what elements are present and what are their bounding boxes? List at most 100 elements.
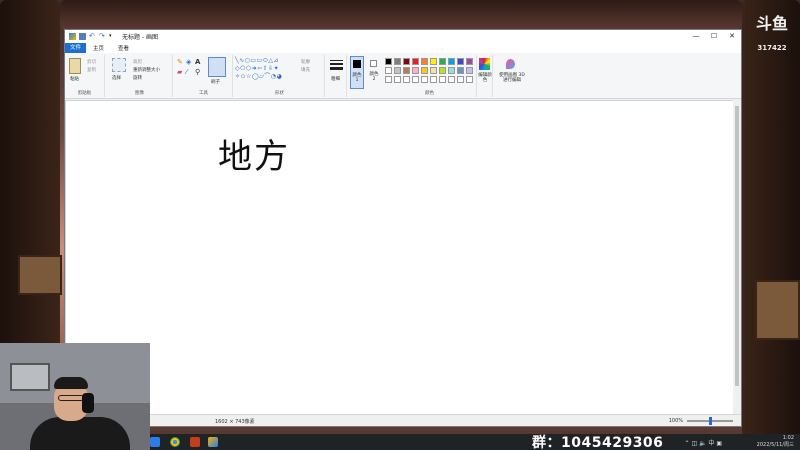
save-icon[interactable] bbox=[79, 33, 86, 40]
color2-button[interactable]: 颜色 2 bbox=[367, 56, 381, 89]
color2-label: 颜色 2 bbox=[369, 72, 379, 82]
zoom-level: 100% bbox=[668, 418, 683, 424]
zoom-slider-knob[interactable] bbox=[708, 417, 712, 425]
crop-button[interactable]: 裁剪 bbox=[133, 59, 142, 65]
tab-home[interactable]: 主页 bbox=[86, 44, 111, 52]
minimize-button[interactable]: — bbox=[687, 30, 705, 43]
color-palette bbox=[385, 58, 475, 88]
size-button[interactable]: 粗细 bbox=[331, 76, 340, 82]
brushes-icon[interactable] bbox=[208, 57, 226, 77]
fill-icon[interactable]: ◈ bbox=[186, 58, 191, 66]
size-lines-icon[interactable] bbox=[330, 60, 343, 70]
color-swatch[interactable] bbox=[448, 67, 455, 74]
color-swatch[interactable] bbox=[439, 58, 446, 65]
shapes-gallery-icon[interactable]: ╲∿○▭▭⬭△⊿ ◇⬠⬡➜⇦⇧⇩✦ ✧✩☆◯▱⌒◔◕ bbox=[235, 57, 282, 81]
copy-button[interactable]: 复制 bbox=[87, 67, 96, 73]
color-picker-icon[interactable]: ⁄ bbox=[186, 68, 187, 76]
customize-qat-icon[interactable]: ▾ bbox=[109, 33, 116, 40]
taskbar-paint-icon[interactable] bbox=[208, 437, 218, 447]
color-swatch[interactable] bbox=[385, 67, 392, 74]
fill-button[interactable]: 填充 bbox=[301, 67, 310, 73]
image-group: 选择 裁剪 重新调整大小 旋转 图像 bbox=[107, 55, 173, 97]
color-swatch[interactable] bbox=[448, 76, 455, 83]
color-swatch[interactable] bbox=[430, 58, 437, 65]
edit-colors-icon[interactable] bbox=[479, 58, 490, 70]
taskbar-clock[interactable]: 1:02 2022/5/11/周三 bbox=[757, 435, 794, 449]
color-swatch[interactable] bbox=[412, 58, 419, 65]
color-swatch[interactable] bbox=[394, 67, 401, 74]
color-swatch[interactable] bbox=[457, 76, 464, 83]
taskbar-edge-icon[interactable] bbox=[150, 437, 160, 447]
rotate-button[interactable]: 旋转 bbox=[133, 75, 142, 81]
color-swatch[interactable] bbox=[385, 58, 392, 65]
color-swatch[interactable] bbox=[430, 76, 437, 83]
zoom-slider[interactable] bbox=[687, 417, 733, 425]
color-swatch[interactable] bbox=[421, 67, 428, 74]
color-swatch[interactable] bbox=[403, 58, 410, 65]
paste-icon[interactable] bbox=[69, 58, 81, 74]
color-swatch[interactable] bbox=[430, 67, 437, 74]
color1-swatch bbox=[353, 60, 361, 68]
clock-date: 2022/5/11/周三 bbox=[756, 442, 794, 448]
color-swatch[interactable] bbox=[385, 76, 392, 83]
window-title: 无标题 - 画图 bbox=[122, 34, 158, 41]
text-icon[interactable]: A bbox=[195, 58, 200, 66]
color-swatch[interactable] bbox=[457, 58, 464, 65]
paint3d-icon[interactable] bbox=[506, 59, 515, 69]
resize-button[interactable]: 重新调整大小 bbox=[133, 67, 160, 73]
color1-button[interactable]: 颜色 1 bbox=[350, 56, 364, 89]
taskbar-chrome-icon[interactable] bbox=[170, 437, 180, 447]
tab-file[interactable]: 文件 bbox=[65, 43, 87, 53]
color1-label: 颜色 1 bbox=[352, 73, 362, 83]
magnifier-icon[interactable]: ⚲ bbox=[195, 68, 200, 76]
paint-app-icon bbox=[69, 33, 76, 40]
quick-access-toolbar: ↶ ↷ ▾ bbox=[65, 33, 116, 40]
eraser-icon[interactable]: ▰ bbox=[177, 68, 182, 76]
color-swatch[interactable] bbox=[466, 58, 473, 65]
vertical-scrollbar[interactable] bbox=[733, 100, 741, 416]
cut-button[interactable]: 剪切 bbox=[87, 59, 96, 65]
headset-icon bbox=[82, 393, 94, 413]
background-hut-left bbox=[18, 255, 62, 295]
color-swatch[interactable] bbox=[421, 76, 428, 83]
window-controls: — ☐ ✕ bbox=[687, 30, 741, 43]
paint3d-button[interactable]: 使用画图 3D 进行编辑 bbox=[497, 73, 527, 83]
tools-group-label: 工具 bbox=[199, 91, 208, 96]
color-swatch[interactable] bbox=[412, 76, 419, 83]
select-button[interactable]: 选择 bbox=[112, 75, 121, 81]
shapes-group-label: 形状 bbox=[275, 91, 284, 96]
system-tray-icons[interactable]: ⌃ ◫ 🔈 中 ▣ bbox=[685, 438, 722, 447]
redo-icon[interactable]: ↷ bbox=[99, 33, 106, 40]
color-swatch[interactable] bbox=[394, 58, 401, 65]
outline-button[interactable]: 轮廓 bbox=[301, 59, 310, 65]
taskbar: ⌃ ◫ 🔈 中 ▣ 1:02 2022/5/11/周三 bbox=[150, 434, 800, 450]
color-swatch[interactable] bbox=[412, 67, 419, 74]
color-swatch[interactable] bbox=[457, 67, 464, 74]
colors-group-label: 颜色 bbox=[425, 91, 434, 96]
tab-view[interactable]: 查看 bbox=[111, 44, 136, 52]
brushes-button[interactable]: 刷子 bbox=[211, 79, 220, 85]
maximize-button[interactable]: ☐ bbox=[705, 30, 723, 43]
watermark-logo: 斗鱼 317422 bbox=[752, 14, 792, 52]
canvas-dimensions: 1602 × 743像素 bbox=[215, 419, 255, 425]
color-select-group: 颜色 1 颜色 2 bbox=[349, 55, 383, 97]
color-swatch[interactable] bbox=[466, 76, 473, 83]
room-id: 317422 bbox=[757, 44, 787, 52]
color-swatch[interactable] bbox=[421, 58, 428, 65]
color-swatch[interactable] bbox=[439, 67, 446, 74]
color-swatch[interactable] bbox=[403, 76, 410, 83]
undo-icon[interactable]: ↶ bbox=[89, 33, 96, 40]
status-bar: 1602 × 743像素 100% bbox=[65, 414, 741, 426]
close-button[interactable]: ✕ bbox=[723, 30, 741, 43]
pencil-icon[interactable]: ✎ bbox=[177, 58, 183, 66]
select-icon[interactable] bbox=[112, 58, 126, 72]
color-swatch[interactable] bbox=[448, 58, 455, 65]
color-swatch[interactable] bbox=[466, 67, 473, 74]
color-swatch[interactable] bbox=[394, 76, 401, 83]
color-swatch[interactable] bbox=[403, 67, 410, 74]
taskbar-office-icon[interactable] bbox=[190, 437, 200, 447]
drawing-canvas[interactable]: 地方 bbox=[66, 101, 734, 414]
edit-colors-button[interactable]: 编辑颜色 bbox=[478, 73, 492, 83]
color-swatch[interactable] bbox=[439, 76, 446, 83]
paste-button[interactable]: 粘贴 bbox=[70, 76, 79, 82]
